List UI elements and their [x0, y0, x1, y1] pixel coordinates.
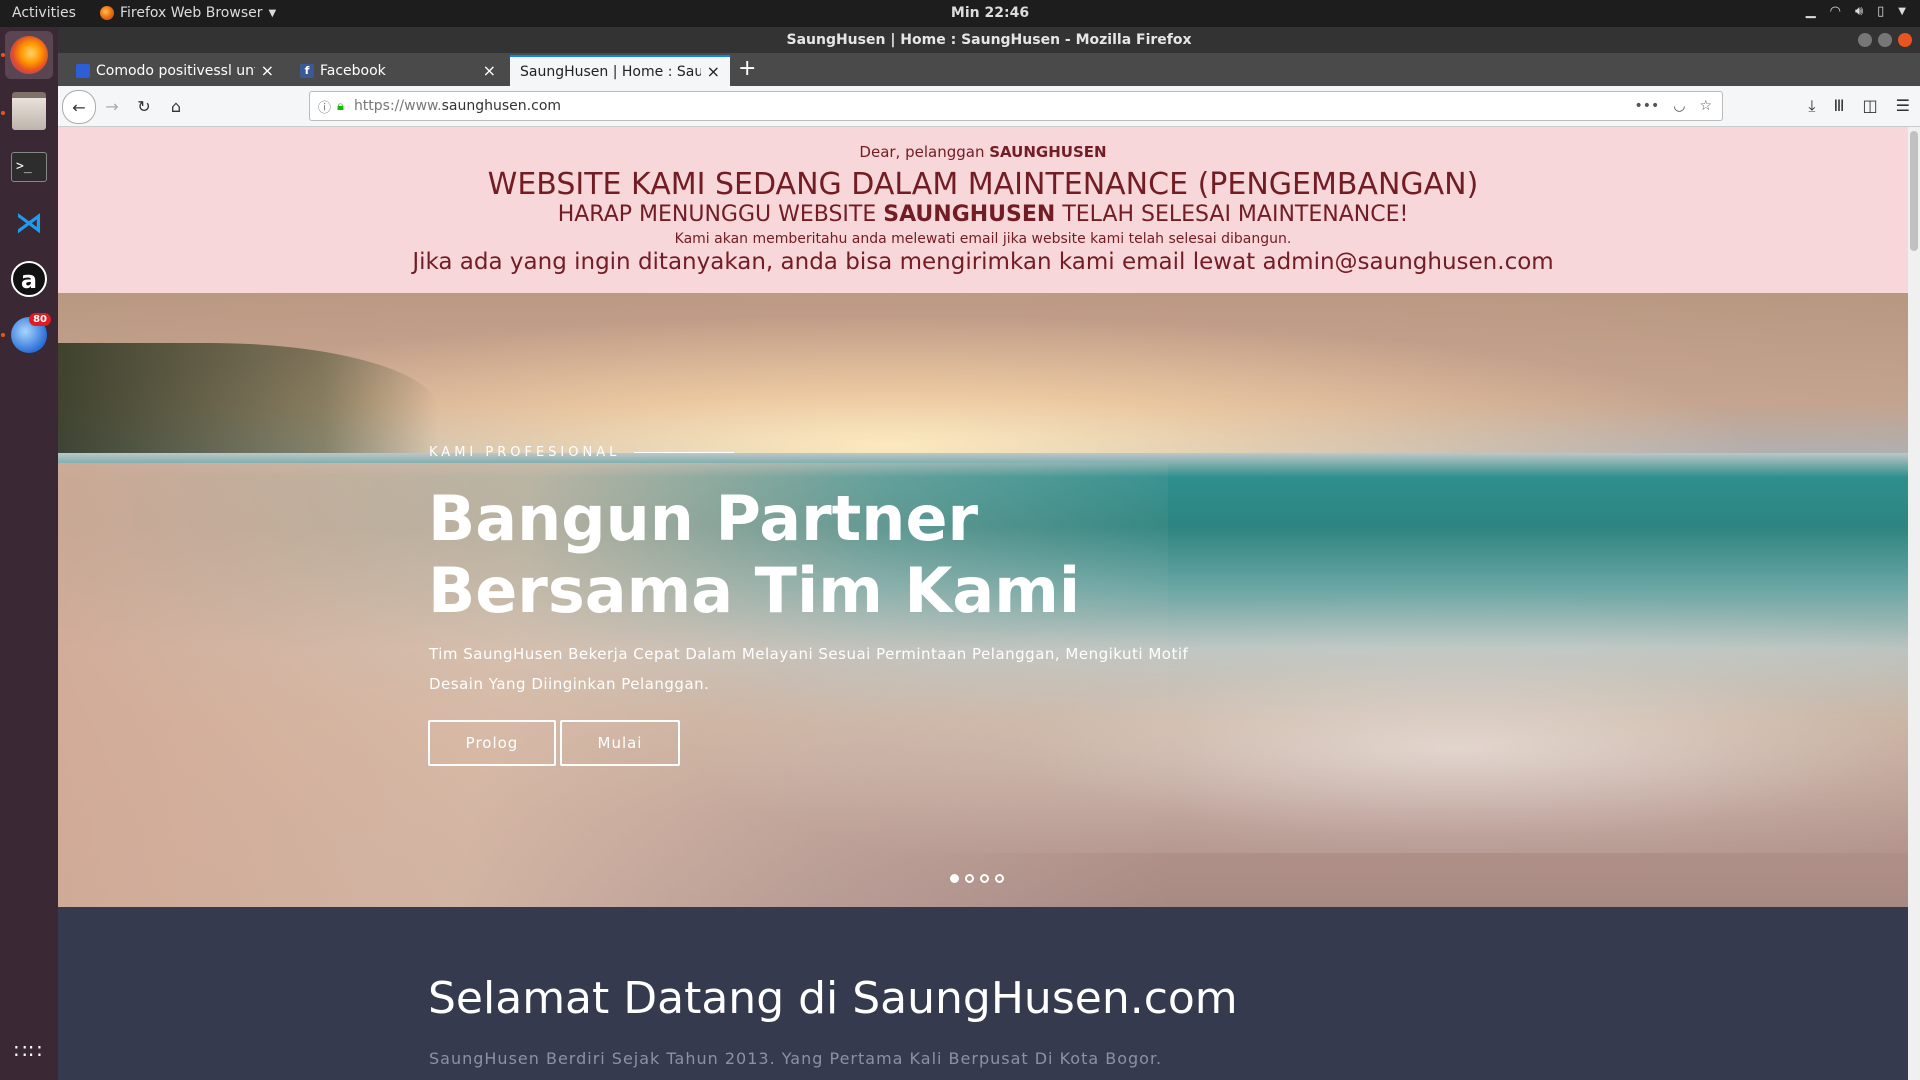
chevron-down-icon: ▼: [268, 7, 277, 19]
wifi-icon[interactable]: ◠: [1830, 4, 1841, 19]
eyebrow-divider: [634, 452, 735, 453]
notice-contact: Jika ada yang ingin ditanyakan, anda bis…: [412, 249, 1554, 275]
tab-comodo[interactable]: Comodo positivessl untu ×: [66, 55, 284, 86]
page-scrollbar[interactable]: [1908, 127, 1920, 1080]
tab-label: Comodo positivessl untu: [96, 62, 255, 79]
notice-headline: WEBSITE KAMI SEDANG DALAM MAINTENANCE (P…: [487, 167, 1479, 202]
sidebar-icon[interactable]: ◫: [1863, 96, 1878, 116]
show-applications-button[interactable]: ∷∷: [5, 1027, 53, 1075]
tab-strip: Comodo positivessl untu × f Facebook × S…: [58, 53, 1920, 86]
dock-vscode[interactable]: ⋊: [5, 199, 53, 247]
slider-dot[interactable]: [980, 874, 989, 883]
firefox-window: SaungHusen | Home : SaungHusen - Mozilla…: [58, 27, 1920, 1080]
hamburger-menu-icon[interactable]: ☰: [1896, 96, 1910, 116]
notice-wait: HARAP MENUNGGU WEBSITE SAUNGHUSEN TELAH …: [557, 202, 1409, 227]
prolog-button[interactable]: Prolog: [428, 720, 556, 766]
maximize-button[interactable]: [1878, 33, 1892, 47]
back-arrow-icon[interactable]: ←: [62, 90, 96, 124]
welcome-text: SaungHusen Berdiri Sejak Tahun 2013. Yan…: [429, 1049, 1163, 1068]
activities-button[interactable]: Activities: [12, 5, 76, 21]
slider-dot[interactable]: [995, 874, 1004, 883]
app-grid-icon: ∷∷: [14, 1039, 44, 1063]
hero-subtitle: Tim SaungHusen Bekerja Cepat Dalam Melay…: [429, 645, 1189, 693]
slider-dot[interactable]: [965, 874, 974, 883]
url-bar[interactable]: ⓘ 🔒︎ https://www.saunghusen.com ••• ◡ ☆: [309, 91, 1723, 121]
bookmark-star-icon[interactable]: ☆: [1699, 98, 1712, 114]
window-titlebar[interactable]: SaungHusen | Home : SaungHusen - Mozilla…: [58, 27, 1920, 53]
slider-dot[interactable]: [950, 874, 959, 883]
tab-label: Facebook: [320, 62, 386, 79]
home-icon[interactable]: ⌂: [164, 94, 188, 118]
running-indicator: [1, 53, 5, 57]
tab-facebook[interactable]: f Facebook ×: [290, 55, 506, 86]
hero-slider: KAMI PROFESIONAL Bangun Partner Bersama …: [58, 293, 1908, 907]
navigation-toolbar: ← → ↻ ⌂ ⓘ 🔒︎ https://www.saunghusen.com …: [58, 86, 1920, 127]
notice-greeting: Dear, pelanggan SAUNGHUSEN: [859, 143, 1107, 161]
chevron-down-icon[interactable]: ▼: [1898, 6, 1906, 17]
site-info-icon[interactable]: ⓘ: [318, 97, 331, 116]
comodo-favicon-icon: [76, 63, 90, 78]
hero-wave-foam: [678, 593, 1908, 853]
scrollbar-thumb[interactable]: [1910, 131, 1918, 251]
welcome-section: Selamat Datang di SaungHusen.com SaungHu…: [58, 907, 1908, 1080]
hero-title: Bangun Partner Bersama Tim Kami: [428, 482, 1081, 627]
firefox-icon: [10, 36, 48, 74]
firefox-small-icon: [100, 6, 114, 20]
notice-info: Kami akan memberitahu anda melewati emai…: [674, 231, 1292, 247]
dock-terminal[interactable]: >_: [5, 143, 53, 191]
mulai-button[interactable]: Mulai: [560, 720, 680, 766]
dock-files[interactable]: [5, 87, 53, 135]
app-menu-label: Firefox Web Browser: [120, 5, 263, 21]
slider-pagination: [950, 874, 1004, 883]
maintenance-notice: Dear, pelanggan SAUNGHUSEN WEBSITE KAMI …: [58, 127, 1908, 293]
reload-icon[interactable]: ↻: [132, 94, 156, 118]
new-tab-icon[interactable]: +: [738, 56, 756, 81]
pocket-icon[interactable]: ◡: [1673, 98, 1685, 114]
downloads-icon[interactable]: ⤓: [1808, 96, 1815, 116]
library-icon[interactable]: Ⅲ: [1834, 96, 1845, 116]
close-tab-icon[interactable]: ×: [483, 61, 496, 80]
hero-eyebrow: KAMI PROFESIONAL: [429, 445, 735, 460]
system-tray[interactable]: ▁ ◠ 🔊︎ ▯ ▼: [1806, 4, 1906, 19]
running-indicator: [1, 111, 5, 115]
window-title: SaungHusen | Home : SaungHusen - Mozilla…: [786, 32, 1192, 48]
terminal-icon: >_: [11, 152, 47, 182]
facebook-favicon-icon: f: [300, 63, 314, 78]
lock-icon[interactable]: 🔒︎: [337, 99, 344, 114]
close-tab-icon[interactable]: ×: [707, 62, 720, 81]
welcome-title: Selamat Datang di SaungHusen.com: [428, 973, 1238, 1024]
amazon-icon: a: [11, 261, 47, 297]
battery-icon[interactable]: ▯: [1877, 4, 1884, 19]
page-actions-icon[interactable]: •••: [1634, 98, 1659, 114]
tab-label: SaungHusen | Home : SaungH: [520, 63, 701, 80]
url-text[interactable]: https://www.saunghusen.com: [354, 98, 561, 114]
forward-arrow-icon[interactable]: →: [100, 94, 124, 118]
running-indicator: [1, 333, 5, 337]
page-viewport: Dear, pelanggan SAUNGHUSEN WEBSITE KAMI …: [58, 127, 1908, 1080]
app-menu[interactable]: Firefox Web Browser ▼: [100, 5, 276, 21]
gnome-top-bar: Activities Firefox Web Browser ▼ Min 22:…: [0, 0, 1920, 27]
clock[interactable]: Min 22:46: [951, 5, 1029, 21]
close-tab-icon[interactable]: ×: [261, 61, 274, 80]
volume-icon[interactable]: 🔊︎: [1855, 4, 1863, 19]
tab-saunghusen[interactable]: SaungHusen | Home : SaungH ×: [510, 55, 730, 86]
minimize-button[interactable]: [1858, 33, 1872, 47]
dock-amazon[interactable]: a: [5, 255, 53, 303]
notification-badge: 80: [29, 313, 51, 326]
vscode-icon: ⋊: [15, 206, 43, 239]
files-icon: [12, 92, 46, 130]
dock-thunderbird[interactable]: 80: [5, 311, 53, 359]
close-window-button[interactable]: [1898, 33, 1912, 47]
dock-firefox[interactable]: [5, 31, 53, 79]
ubuntu-dock: >_ ⋊ a 80 ∷∷: [0, 27, 58, 1080]
keyboard-icon[interactable]: ▁: [1806, 4, 1816, 19]
